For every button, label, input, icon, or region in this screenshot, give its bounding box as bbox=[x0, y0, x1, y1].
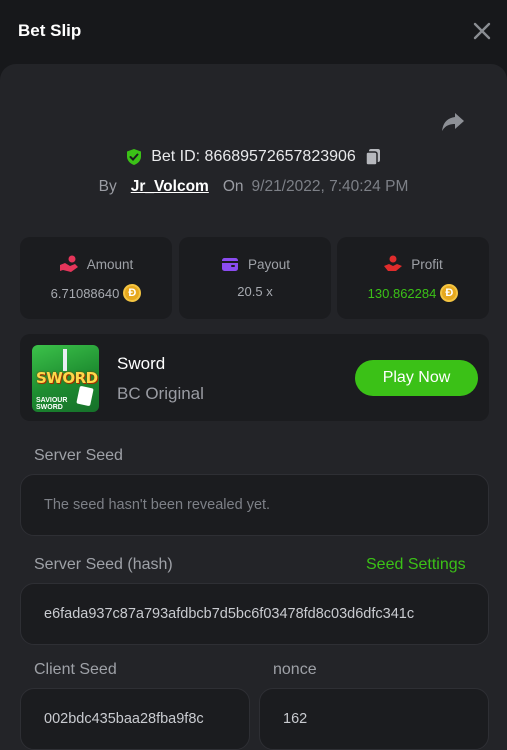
amount-value: 6.71088640 bbox=[50, 285, 120, 301]
share-icon[interactable] bbox=[440, 110, 466, 134]
amount-value-row: 6.71088640 Đ bbox=[20, 284, 172, 302]
game-card: SWORD SAVIOUR SWORD Sword BC Original Pl… bbox=[20, 334, 489, 421]
hand-coins-icon bbox=[59, 255, 78, 272]
game-thumbnail[interactable]: SWORD SAVIOUR SWORD bbox=[32, 345, 99, 412]
bet-author-row: By Jr_Volcom On 9/21/2022, 7:40:24 PM bbox=[0, 176, 507, 198]
profit-card: Profit 130.862284 Đ bbox=[337, 237, 489, 319]
payout-value: 20.5 x bbox=[237, 284, 273, 299]
nonce-label: nonce bbox=[273, 661, 317, 678]
profit-value: 130.862284 bbox=[367, 285, 437, 301]
server-seed-field[interactable]: The seed hasn't been revealed yet. bbox=[20, 474, 489, 536]
amount-label: Amount bbox=[86, 256, 134, 272]
copy-icon[interactable] bbox=[364, 148, 382, 166]
username-link[interactable]: Jr_Volcom bbox=[131, 178, 209, 196]
profit-label-row: Profit bbox=[337, 254, 489, 274]
server-seed-hash-field[interactable]: e6fada937c87a793afdbcb7d5bc6f03478fd8c03… bbox=[20, 583, 489, 645]
payout-card: Payout 20.5 x bbox=[179, 237, 331, 319]
profit-value-row: 130.862284 Đ bbox=[337, 284, 489, 302]
client-seed-label: Client Seed bbox=[34, 661, 117, 678]
amount-card: Amount 6.71088640 Đ bbox=[20, 237, 172, 319]
sword-blade-shape bbox=[63, 349, 67, 371]
client-seed-field[interactable]: 002bdc435baa28fba9f8c bbox=[20, 688, 250, 750]
page-title: Bet Slip bbox=[18, 21, 82, 40]
thumb-subtitle: SAVIOUR SWORD bbox=[36, 397, 67, 411]
thumb-subtitle-line-1: SAVIOUR bbox=[36, 397, 68, 404]
doge-coin-icon: Đ bbox=[123, 284, 142, 302]
shield-check-icon bbox=[127, 149, 142, 165]
thumb-subtitle-line-2: SWORD bbox=[36, 404, 63, 411]
card-shape bbox=[76, 385, 94, 407]
profit-label: Profit bbox=[411, 256, 443, 272]
game-name: Sword bbox=[117, 354, 166, 373]
play-now-button[interactable]: Play Now bbox=[355, 360, 478, 396]
hand-up-icon bbox=[384, 255, 403, 271]
on-label: On bbox=[222, 178, 244, 195]
payout-label-row: Payout bbox=[179, 254, 331, 274]
payout-label: Payout bbox=[247, 256, 291, 272]
bet-id-row: Bet ID: 86689572657823906 bbox=[0, 146, 507, 168]
game-provider: BC Original bbox=[117, 384, 204, 403]
wallet-icon bbox=[221, 258, 238, 271]
bet-id: Bet ID: 86689572657823906 bbox=[151, 148, 356, 165]
close-icon[interactable] bbox=[471, 20, 493, 42]
amount-label-row: Amount bbox=[20, 254, 172, 274]
doge-coin-icon: Đ bbox=[440, 284, 459, 302]
bet-slip-header: Bet Slip bbox=[0, 0, 507, 64]
server-seed-hash-label: Server Seed (hash) bbox=[34, 556, 173, 573]
payout-value-row: 20.5 x bbox=[179, 284, 331, 299]
bet-date: 9/21/2022, 7:40:24 PM bbox=[251, 178, 409, 195]
thumb-title: SWORD bbox=[36, 369, 98, 387]
server-seed-label: Server Seed bbox=[34, 447, 123, 464]
nonce-field[interactable]: 162 bbox=[259, 688, 489, 750]
by-label: By bbox=[98, 178, 117, 195]
seed-settings-link[interactable]: Seed Settings bbox=[366, 556, 466, 574]
